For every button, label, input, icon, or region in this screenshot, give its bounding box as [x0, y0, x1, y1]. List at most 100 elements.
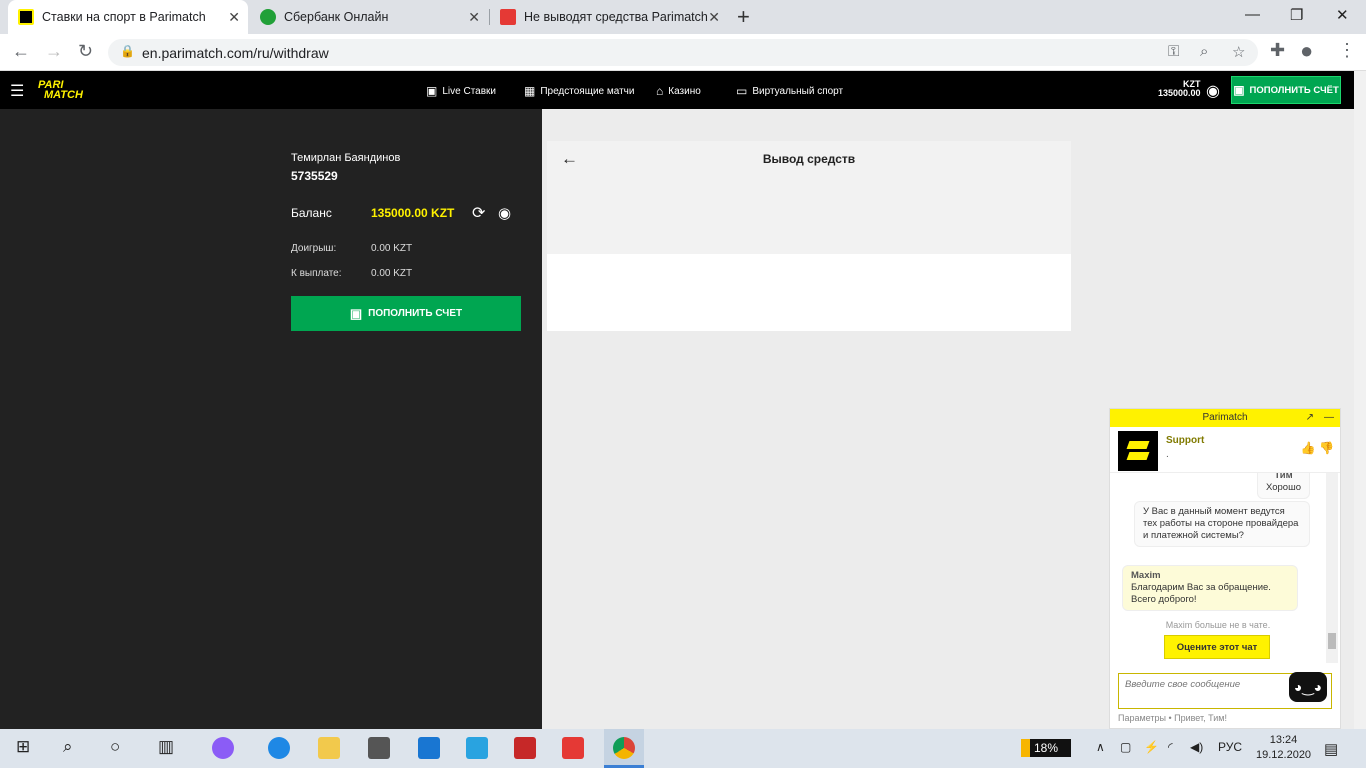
live-icon: ▣ [426, 84, 438, 98]
chat-agent-bar: Support . 👍 👎 [1110, 427, 1340, 473]
user-name: Темирлан Баяндинов [291, 152, 401, 164]
deposit-button[interactable]: ▣ ПОПОЛНИТЬ СЧЕТ [291, 296, 521, 331]
calendar-icon: ▦ [524, 84, 536, 98]
wifi-icon[interactable]: ◜ [1168, 740, 1173, 754]
agent-name: Support [1166, 435, 1205, 446]
thumbs-up-icon[interactable]: 👍 [1301, 441, 1316, 455]
extensions-icon[interactable]: ✚ [1270, 40, 1285, 61]
tab-sberbank[interactable]: Сбербанк Онлайн ✕ [250, 0, 488, 34]
chrome-icon[interactable] [613, 737, 635, 759]
browser-tabbar: Ставки на спорт в Parimatch ✕ Сбербанк О… [0, 0, 1366, 34]
account-sidebar [0, 109, 542, 729]
folder-icon[interactable] [318, 737, 340, 759]
alice-icon[interactable] [212, 737, 234, 759]
balance-value: 135000.00 KZT [371, 206, 455, 220]
clock[interactable]: 13:24 19.12.2020 [1256, 733, 1311, 763]
header-balance[interactable]: KZT 135000.00 [1158, 80, 1201, 98]
mcafee-icon[interactable] [514, 737, 536, 759]
withdraw-panel-bottom [547, 254, 1071, 331]
system-message: Maxim больше не в чате. [1165, 620, 1271, 630]
menu-dots-icon[interactable]: ⋮ [1338, 40, 1356, 61]
edge-icon[interactable] [268, 737, 290, 759]
battery-indicator[interactable]: 18% [1021, 739, 1071, 757]
search-icon[interactable]: ⌕ [63, 737, 73, 757]
tab-parimatch[interactable]: Ставки на спорт в Parimatch ✕ [8, 0, 248, 34]
back-icon[interactable]: ← [12, 41, 30, 62]
yandex-icon[interactable] [562, 737, 584, 759]
l-app-icon[interactable] [466, 737, 488, 759]
cortana-icon[interactable]: ○ [110, 737, 120, 757]
payout-label: К выплате: [291, 268, 342, 279]
omnibox[interactable]: 🔒 en.parimatch.com/ru/withdraw ⚿ ⌕ ☆ [108, 39, 1258, 66]
close-window-icon[interactable]: ✕ [1336, 6, 1349, 24]
withdraw-header: ← Вывод средств [547, 141, 1071, 177]
maximize-icon[interactable]: ❐ [1290, 6, 1303, 24]
rate-chat-button[interactable]: Оцените этот чат [1164, 635, 1270, 659]
chat-scrollbar[interactable] [1326, 473, 1338, 663]
meet-icon[interactable]: ▢ [1120, 740, 1131, 754]
payout-value: 0.00 KZT [371, 268, 413, 279]
url-text[interactable]: en.parimatch.com/ru/withdraw [142, 45, 329, 61]
windows-taskbar: ⊞ ⌕ ○ ▥ 18% ∧ ▢ ⚡ ◜ ◀) РУС 13:24 19.12.2… [0, 729, 1366, 768]
new-tab-button[interactable]: + [737, 4, 750, 30]
message-user: У Вас в данный момент ведутся тех работы… [1134, 501, 1310, 547]
forward-icon[interactable]: → [45, 41, 63, 62]
page-scrollbar[interactable] [1354, 71, 1366, 729]
wager-value: 0.00 KZT [371, 243, 413, 254]
close-tab-icon[interactable]: ✕ [468, 9, 480, 26]
hamburger-menu-icon[interactable]: ☰ [10, 81, 24, 101]
close-tab-icon[interactable]: ✕ [708, 9, 720, 26]
chat-bot-icon[interactable]: ◕‿◕ [1289, 672, 1327, 702]
volume-icon[interactable]: ◀) [1190, 740, 1203, 754]
profile-icon[interactable]: ● [1300, 38, 1313, 64]
nav-virtual[interactable]: ▭ Виртуальный спорт [736, 84, 843, 98]
sberbank-favicon-icon [260, 9, 276, 25]
power-icon[interactable]: ⚡ [1144, 740, 1159, 754]
mail-icon[interactable] [418, 737, 440, 759]
minimize-icon[interactable]: — [1245, 6, 1260, 23]
tab-complaint[interactable]: Не выводят средства Parimatch ✕ [490, 0, 728, 34]
agent-avatar [1118, 431, 1158, 471]
wager-label: Доигрыш: [291, 243, 337, 254]
balance-label: Баланс [291, 206, 332, 220]
wallet-icon: ▣ [349, 305, 363, 321]
withdraw-panel-top [547, 177, 1071, 254]
page-title: Вывод средств [762, 152, 856, 166]
nav-live[interactable]: ▣ Live Ставки [426, 84, 496, 98]
popout-icon[interactable]: ↗ [1306, 409, 1314, 427]
site-header: ☰ PARI MATCH ▣ Live Ставки ▦ Предстоящие… [0, 71, 1354, 109]
agent-status: . [1166, 449, 1169, 460]
shield-favicon-icon [500, 9, 516, 25]
zoom-icon[interactable]: ⌕ [1200, 43, 1208, 60]
chevron-up-icon[interactable]: ∧ [1096, 740, 1105, 754]
parimatch-favicon-icon [18, 9, 34, 25]
task-view-icon[interactable]: ▥ [158, 737, 174, 757]
chat-titlebar: Parimatch ↗ — [1110, 409, 1340, 427]
refresh-icon[interactable]: ⟳ [472, 203, 485, 223]
nav-upcoming[interactable]: ▦ Предстоящие матчи [524, 84, 634, 98]
lock-icon: 🔒 [120, 44, 135, 58]
eye-icon[interactable]: ◉ [498, 204, 511, 222]
nav-casino[interactable]: ⌂ Казино [656, 84, 701, 98]
address-toolbar: ← → ↻ 🔒 en.parimatch.com/ru/withdraw ⚿ ⌕… [0, 34, 1366, 71]
store-icon[interactable] [368, 737, 390, 759]
language-indicator[interactable]: РУС [1218, 740, 1242, 754]
header-deposit-button[interactable]: ▣ ПОПОЛНИТЬ СЧЁТ [1231, 76, 1341, 104]
user-account-icon[interactable]: ◉ [1206, 81, 1220, 101]
notifications-icon[interactable]: ▤ [1324, 740, 1338, 758]
rating-thumbs[interactable]: 👍 👎 [1301, 441, 1334, 455]
key-icon[interactable]: ⚿ [1168, 43, 1179, 60]
reload-icon[interactable]: ↻ [78, 41, 93, 62]
windows-start-icon[interactable]: ⊞ [16, 737, 30, 757]
close-tab-icon[interactable]: ✕ [228, 9, 240, 26]
chat-messages[interactable]: Тим Хорошо У Вас в данный момент ведутся… [1110, 473, 1340, 663]
message-user: Тим Хорошо [1257, 473, 1310, 499]
chat-footer[interactable]: Параметры • Привет, Тим! [1118, 713, 1227, 723]
virtual-icon: ▭ [736, 84, 748, 98]
casino-icon: ⌂ [656, 84, 664, 98]
parimatch-logo[interactable]: PARI MATCH [38, 80, 102, 102]
thumbs-down-icon[interactable]: 👎 [1319, 441, 1334, 455]
user-id: 5735529 [291, 169, 338, 183]
minimize-chat-icon[interactable]: — [1324, 409, 1334, 427]
star-icon[interactable]: ☆ [1232, 43, 1245, 61]
